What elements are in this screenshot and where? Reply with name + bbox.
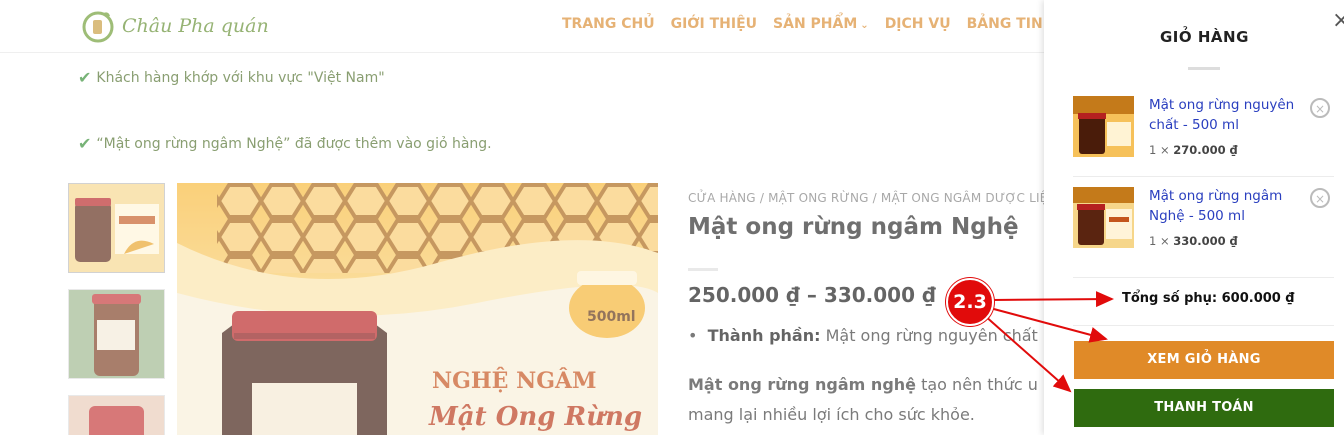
page: Châu Pha quán TRANG CHỦ GIỚI THIỆU SẢN P… bbox=[0, 0, 1344, 435]
annotation-arrows bbox=[983, 291, 1114, 393]
annotation-badge: 2.3 bbox=[946, 278, 994, 326]
arrow-to-subtotal bbox=[991, 291, 1114, 308]
